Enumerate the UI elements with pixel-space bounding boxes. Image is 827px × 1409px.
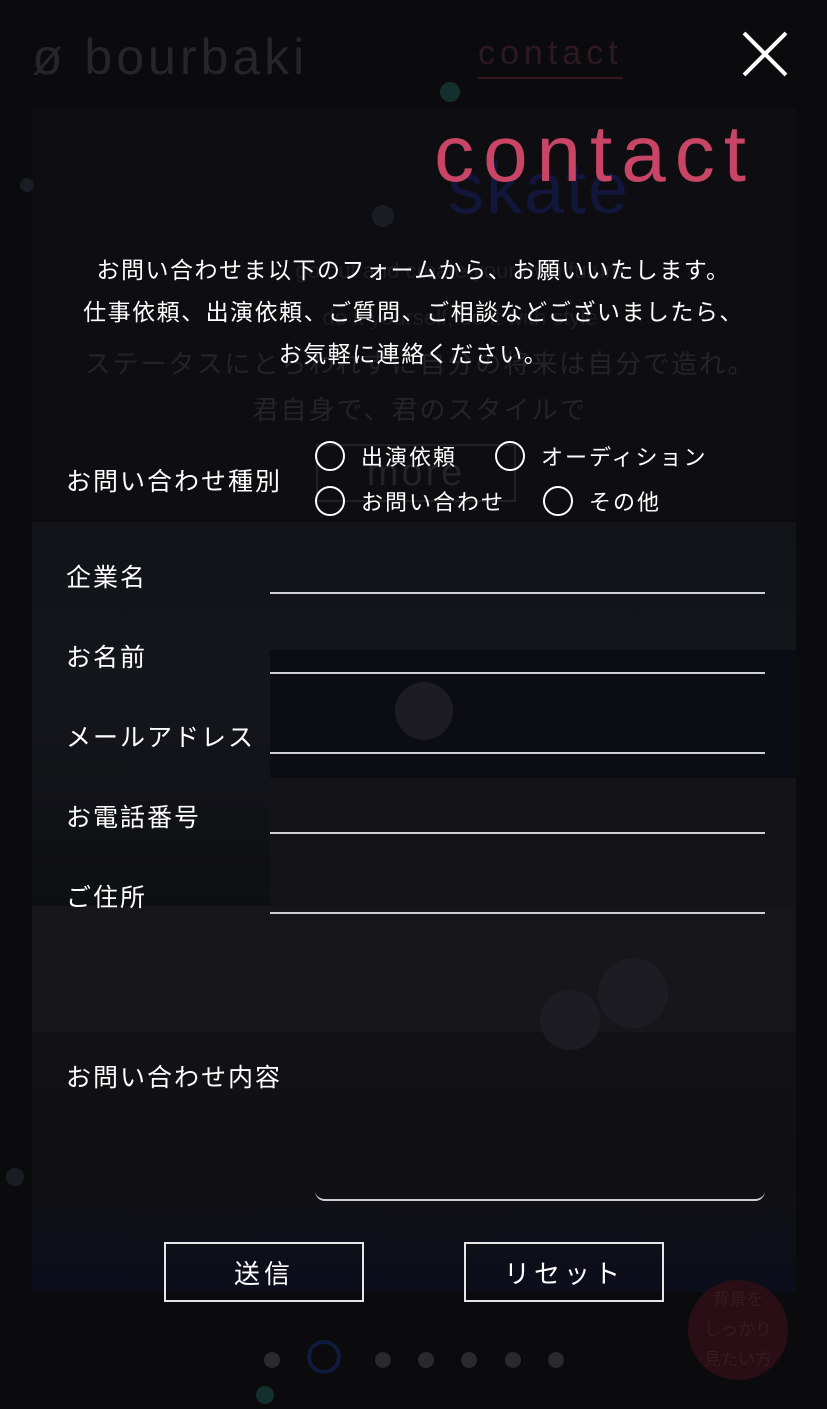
inquiry-type-label: お問い合わせ種別	[66, 467, 283, 496]
decor-dot	[372, 205, 394, 227]
intro-text: お問い合わせま以下のフォームから、お願いいたします。 仕事依頼、出演依頼、ご質問…	[40, 250, 787, 376]
close-button[interactable]	[741, 30, 789, 78]
nav-link-contact: contact	[478, 34, 623, 79]
hero-copy-2: 君自身で、君のスタイルで	[252, 396, 588, 426]
company-field[interactable]	[270, 556, 765, 594]
radio-audition[interactable]: オーディション	[495, 440, 707, 472]
message-textarea[interactable]	[315, 943, 765, 1201]
close-icon	[742, 31, 788, 77]
page-title: contact	[434, 109, 755, 198]
radio-label: お問い合わせ	[361, 491, 506, 516]
decor-dot	[440, 82, 460, 102]
slider-dot	[461, 1352, 477, 1368]
email-field[interactable]	[270, 716, 765, 754]
radio-circle-icon	[315, 441, 345, 471]
slider-dot	[418, 1352, 434, 1368]
radio-label: その他	[589, 491, 662, 516]
slider-dot	[505, 1352, 521, 1368]
phone-label: お電話番号	[66, 803, 202, 832]
company-label: 企業名	[66, 563, 148, 592]
slider-dot-active	[307, 1340, 341, 1374]
slider-dot	[375, 1352, 391, 1368]
submit-button[interactable]: 送信	[164, 1242, 364, 1302]
radio-inquiry[interactable]: お問い合わせ	[315, 485, 505, 517]
address-field[interactable]	[270, 876, 765, 914]
phone-field[interactable]	[270, 796, 765, 834]
radio-label: 出演依頼	[361, 446, 458, 471]
badge-line: 背景を	[712, 1290, 764, 1310]
radio-label: オーディション	[541, 446, 708, 471]
site-logo: ø bourbaki	[32, 29, 309, 85]
address-label: ご住所	[66, 883, 148, 912]
decor-dot	[6, 1168, 24, 1186]
radio-appearance-request[interactable]: 出演依頼	[315, 440, 457, 472]
radio-circle-icon	[495, 441, 525, 471]
name-field[interactable]	[270, 636, 765, 674]
slider-dot	[548, 1352, 564, 1368]
reset-button[interactable]: リセット	[464, 1242, 664, 1302]
intro-line: 仕事依頼、出演依頼、ご質問、ご相談などございましたら、	[83, 300, 744, 326]
radio-circle-icon	[315, 486, 345, 516]
decor-dot	[256, 1386, 274, 1404]
slider-dot	[264, 1352, 280, 1368]
email-label: メールアドレス	[66, 723, 256, 752]
message-label: お問い合わせ内容	[66, 1063, 283, 1092]
intro-line: お気軽に連絡ください。	[278, 342, 549, 368]
name-label: お名前	[66, 643, 148, 672]
intro-line: お問い合わせま以下のフォームから、お願いいたします。	[96, 258, 731, 284]
decor-dot	[20, 178, 34, 192]
radio-circle-icon	[543, 486, 573, 516]
slider-dots	[0, 1340, 827, 1380]
radio-other[interactable]: その他	[543, 485, 661, 517]
